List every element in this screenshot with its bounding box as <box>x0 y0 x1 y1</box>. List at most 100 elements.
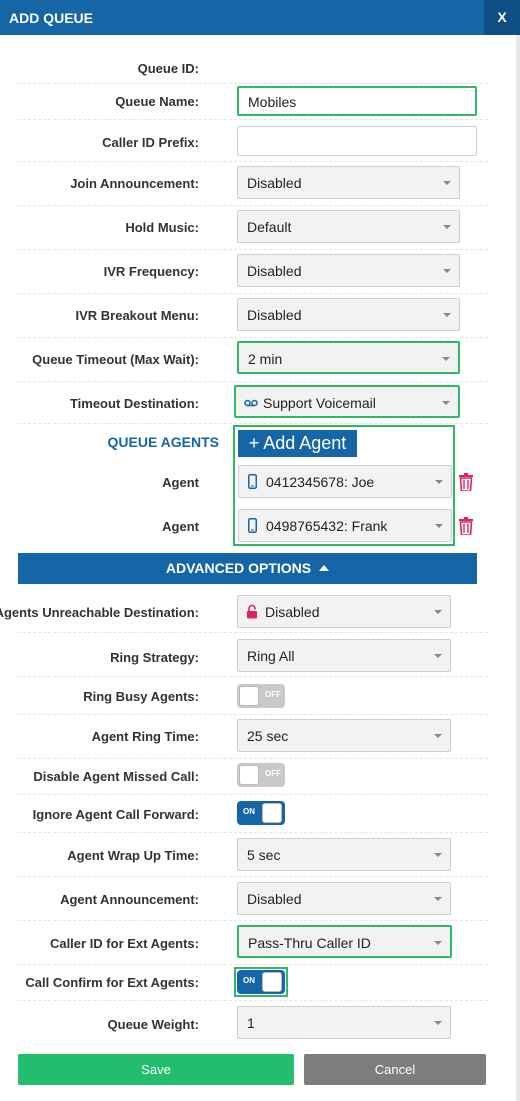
queue-name-row: Queue Name: Mobiles <box>0 84 500 120</box>
dialog-header: ADD QUEUE X <box>0 0 520 35</box>
agent-announcement-label: Agent Announcement: <box>60 892 199 907</box>
agent-announcement-select[interactable]: Disabled <box>237 882 451 915</box>
dialog-title: ADD QUEUE <box>9 10 94 26</box>
disable-agent-missed-call-toggle[interactable]: OFF <box>237 763 285 787</box>
agent-label: Agent <box>162 475 199 490</box>
cancel-button[interactable]: Cancel <box>304 1054 486 1085</box>
trash-icon[interactable] <box>459 517 473 535</box>
agent-ring-time-label: Agent Ring Time: <box>91 729 199 744</box>
agents-unreachable-select[interactable]: Disabled <box>237 595 451 628</box>
queue-weight-row: Queue Weight: 1 <box>0 1003 500 1047</box>
disable-agent-missed-call-label: Disable Agent Missed Call: <box>33 769 199 784</box>
ignore-agent-call-forward-toggle[interactable]: ON <box>237 801 285 825</box>
caller-id-ext-agents-label: Caller ID for Ext Agents: <box>49 936 199 951</box>
ivr-frequency-row: IVR Frequency: Disabled <box>0 250 500 294</box>
timeout-destination-select[interactable]: Support Voicemail <box>234 385 460 418</box>
caller-id-ext-agents-select[interactable]: Pass-Thru Caller ID <box>237 925 452 958</box>
add-agent-button[interactable]: + Add Agent <box>238 430 357 457</box>
chevron-down-icon <box>434 897 442 901</box>
queue-weight-select[interactable]: 1 <box>237 1006 451 1039</box>
toggle-state: ON <box>243 807 255 816</box>
agents-unreachable-value: Disabled <box>265 604 320 620</box>
agents-unreachable-label: Agents Unreachable Destination: <box>0 605 199 620</box>
close-button[interactable]: X <box>484 0 520 35</box>
queue-weight-label: Queue Weight: <box>107 1017 199 1032</box>
chevron-down-icon <box>442 357 450 361</box>
chevron-down-icon <box>434 941 442 945</box>
ring-busy-agents-toggle[interactable]: OFF <box>237 684 285 708</box>
join-announcement-label: Join Announcement: <box>70 176 199 191</box>
chevron-down-icon <box>443 225 451 229</box>
toggle-state: OFF <box>265 690 281 699</box>
timeout-destination-row: Timeout Destination: Support Voicemail <box>0 382 500 424</box>
ring-busy-agents-label: Ring Busy Agents: <box>83 689 199 704</box>
advanced-options-toggle[interactable]: ADVANCED OPTIONS <box>18 553 477 584</box>
toggle-knob <box>262 803 282 823</box>
ring-strategy-row: Ring Strategy: Ring All <box>0 633 500 677</box>
queue-timeout-label: Queue Timeout (Max Wait): <box>32 352 199 367</box>
disable-agent-missed-call-row: Disable Agent Missed Call: OFF <box>0 759 500 795</box>
queue-id-label: Queue ID: <box>137 61 199 76</box>
join-announcement-row: Join Announcement: Disabled <box>0 162 500 206</box>
trash-icon[interactable] <box>459 473 473 491</box>
queue-agents-title: QUEUE AGENTS <box>107 434 220 450</box>
caller-id-prefix-input[interactable] <box>237 126 477 156</box>
hold-music-label: Hold Music: <box>125 220 199 235</box>
call-confirm-ext-agents-toggle[interactable]: ON <box>237 970 285 994</box>
chevron-down-icon <box>434 853 442 857</box>
ivr-breakout-menu-select[interactable]: Disabled <box>237 298 460 331</box>
toggle-state: ON <box>243 976 255 985</box>
ring-strategy-select[interactable]: Ring All <box>237 639 451 672</box>
agent-ring-time-value: 25 sec <box>247 728 289 744</box>
chevron-down-icon <box>434 654 442 658</box>
join-announcement-select[interactable]: Disabled <box>237 166 460 199</box>
queue-timeout-select[interactable]: 2 min <box>237 341 460 374</box>
lock-icon <box>247 604 257 619</box>
save-button[interactable]: Save <box>18 1054 294 1085</box>
caller-id-prefix-row: Caller ID Prefix: <box>0 120 500 162</box>
chevron-down-icon <box>443 313 451 317</box>
chevron-down-icon <box>434 1021 442 1025</box>
toggle-knob <box>239 686 259 706</box>
ring-strategy-value: Ring All <box>247 648 295 664</box>
ignore-agent-call-forward-label: Ignore Agent Call Forward: <box>32 807 199 822</box>
agent-row: Agent 0412345678: Joe <box>0 462 500 504</box>
agent-select[interactable]: 0498765432: Frank <box>238 509 452 542</box>
chevron-up-icon <box>319 565 330 571</box>
agent-wrap-up-time-label: Agent Wrap Up Time: <box>67 848 199 863</box>
caller-id-prefix-label: Caller ID Prefix: <box>102 135 199 150</box>
agent-wrap-up-time-row: Agent Wrap Up Time: 5 sec <box>0 833 500 877</box>
call-confirm-ext-agents-label: Call Confirm for Ext Agents: <box>25 975 199 990</box>
chevron-down-icon <box>443 269 451 273</box>
chevron-down-icon <box>442 401 450 405</box>
ivr-frequency-label: IVR Frequency: <box>103 264 199 279</box>
queue-weight-value: 1 <box>247 1015 255 1031</box>
queue-timeout-row: Queue Timeout (Max Wait): 2 min <box>0 338 500 382</box>
agent-ring-time-select[interactable]: 25 sec <box>237 719 451 752</box>
ignore-agent-call-forward-row: Ignore Agent Call Forward: ON <box>0 795 500 833</box>
agent-select[interactable]: 0412345678: Joe <box>238 465 452 498</box>
queue-id-row: Queue ID: <box>0 52 500 84</box>
scrollbar[interactable] <box>516 35 520 1101</box>
timeout-destination-value: Support Voicemail <box>263 395 376 411</box>
agent-value: 0498765432: Frank <box>266 518 388 534</box>
toggle-knob <box>239 765 259 785</box>
hold-music-value: Default <box>247 219 292 235</box>
ring-strategy-label: Ring Strategy: <box>110 650 199 665</box>
queue-timeout-value: 2 min <box>248 351 283 367</box>
timeout-destination-label: Timeout Destination: <box>69 396 199 411</box>
toggle-state: OFF <box>265 769 281 778</box>
agent-wrap-up-time-select[interactable]: 5 sec <box>237 838 451 871</box>
ivr-breakout-menu-row: IVR Breakout Menu: Disabled <box>0 294 500 338</box>
queue-name-input[interactable]: Mobiles <box>237 86 477 116</box>
agents-unreachable-row: Agents Unreachable Destination: Disabled <box>0 591 500 633</box>
ring-busy-agents-row: Ring Busy Agents: OFF <box>0 677 500 715</box>
hold-music-select[interactable]: Default <box>237 210 460 243</box>
agent-announcement-row: Agent Announcement: Disabled <box>0 877 500 921</box>
caller-id-ext-agents-value: Pass-Thru Caller ID <box>248 935 371 951</box>
ivr-frequency-select[interactable]: Disabled <box>237 254 460 287</box>
advanced-options-title: ADVANCED OPTIONS <box>165 560 312 576</box>
queue-name-value: Mobiles <box>248 94 297 110</box>
chevron-down-icon <box>434 610 442 614</box>
agent-wrap-up-time-value: 5 sec <box>247 847 281 863</box>
